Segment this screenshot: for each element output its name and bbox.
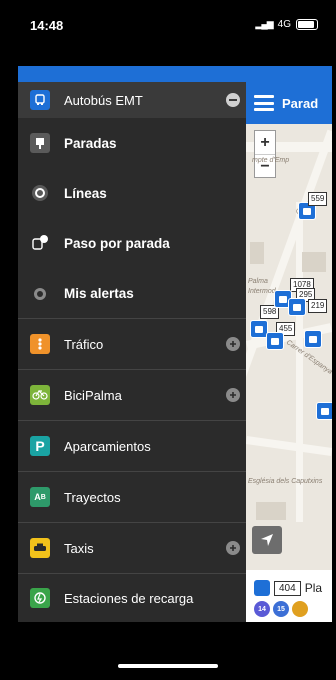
bus-icon [254,580,270,596]
charging-icon [30,588,50,608]
map-header: Parad [246,82,332,124]
menu-item-label: Aparcamientos [64,438,151,454]
locate-me-button[interactable] [252,526,282,554]
route-circle-icon [30,183,50,203]
menu-item-label: Autobús EMT [64,92,143,108]
menu-item-label: Trayectos [64,489,121,505]
zoom-control: + − [254,130,276,178]
stop-number-label[interactable]: 219 [308,299,328,313]
battery-icon [296,19,318,30]
expand-icon[interactable] [226,541,240,555]
stop-number: 404 [274,580,301,596]
menu-item-label: BiciPalma [64,387,122,403]
zoom-in-button[interactable]: + [255,131,275,155]
bus-stop-pin[interactable] [316,402,332,420]
route-ab-icon: AB [30,487,50,507]
line-badge[interactable]: 15 [273,601,289,617]
menu-item-label: Paso por parada [64,235,170,251]
menu-item-label: Taxis [64,540,94,556]
status-bar: 14:48 ▂▄▆ 4G [0,0,336,66]
menu-item-label: Tráfico [64,336,104,352]
menu-item-aparcamientos[interactable]: P Aparcamientos [18,421,246,471]
bicycle-icon [30,385,50,405]
traffic-light-icon [30,334,50,354]
menu-item-taxis[interactable]: Taxis [18,523,246,573]
home-indicator [118,664,218,668]
status-indicators: ▂▄▆ 4G [255,19,318,30]
map-title: Parad [282,95,319,111]
map-label: Intermod [248,288,276,295]
status-time: 14:48 [30,18,64,33]
map-view[interactable]: Parad + − mpte d'Emp Carrer d Palma Inte… [246,82,332,622]
menu-item-label: Estaciones de recarga [64,590,194,606]
side-menu: Autobús EMT Paradas Líneas Paso por para… [18,82,246,622]
bus-icon [30,90,50,110]
menu-item-label: Paradas [64,135,117,151]
taxi-icon [30,538,50,558]
menu-item-paradas[interactable]: Paradas [18,118,246,168]
navigation-arrow-icon [261,534,273,546]
menu-item-paso-por-parada[interactable]: Paso por parada [18,218,246,268]
parking-icon: P [30,436,50,456]
line-badge[interactable] [292,601,308,617]
menu-item-trafico[interactable]: Tráfico [18,319,246,369]
stop-name: Pla [304,581,323,595]
bus-time-icon [30,233,50,253]
hamburger-menu-icon[interactable] [254,95,274,111]
menu-item-label: Líneas [64,185,107,201]
stop-sign-icon [30,133,50,153]
menu-item-autobus-emt[interactable]: Autobús EMT [18,82,246,118]
stop-number-label[interactable]: 559 [308,192,328,206]
menu-item-mis-alertas[interactable]: Mis alertas [18,268,246,318]
expand-icon[interactable] [226,337,240,351]
map-label: Església dels Caputxins [248,478,323,485]
menu-item-trayectos[interactable]: AB Trayectos [18,472,246,522]
stop-info-card[interactable]: 404 Pla 14 15 [246,570,332,622]
app-window: Parad + − mpte d'Emp Carrer d Palma Inte… [18,66,332,622]
expand-icon[interactable] [226,388,240,402]
line-badge[interactable]: 14 [254,601,270,617]
bus-stop-pin[interactable] [288,298,306,316]
menu-item-label: Mis alertas [64,285,134,301]
bus-stop-pin[interactable] [304,330,322,348]
alarm-icon [30,283,50,303]
app-top-bar [18,66,332,82]
menu-item-estaciones-de-recarga[interactable]: Estaciones de recarga [18,574,246,622]
collapse-icon[interactable] [226,93,240,107]
menu-item-bicipalma[interactable]: BiciPalma [18,370,246,420]
menu-item-lineas[interactable]: Líneas [18,168,246,218]
signal-icon: ▂▄▆ [255,19,273,29]
map-label: Palma [248,278,268,285]
network-label: 4G [277,19,291,30]
bus-stop-pin[interactable] [266,332,284,350]
map-label: mpte d'Emp [252,157,290,164]
